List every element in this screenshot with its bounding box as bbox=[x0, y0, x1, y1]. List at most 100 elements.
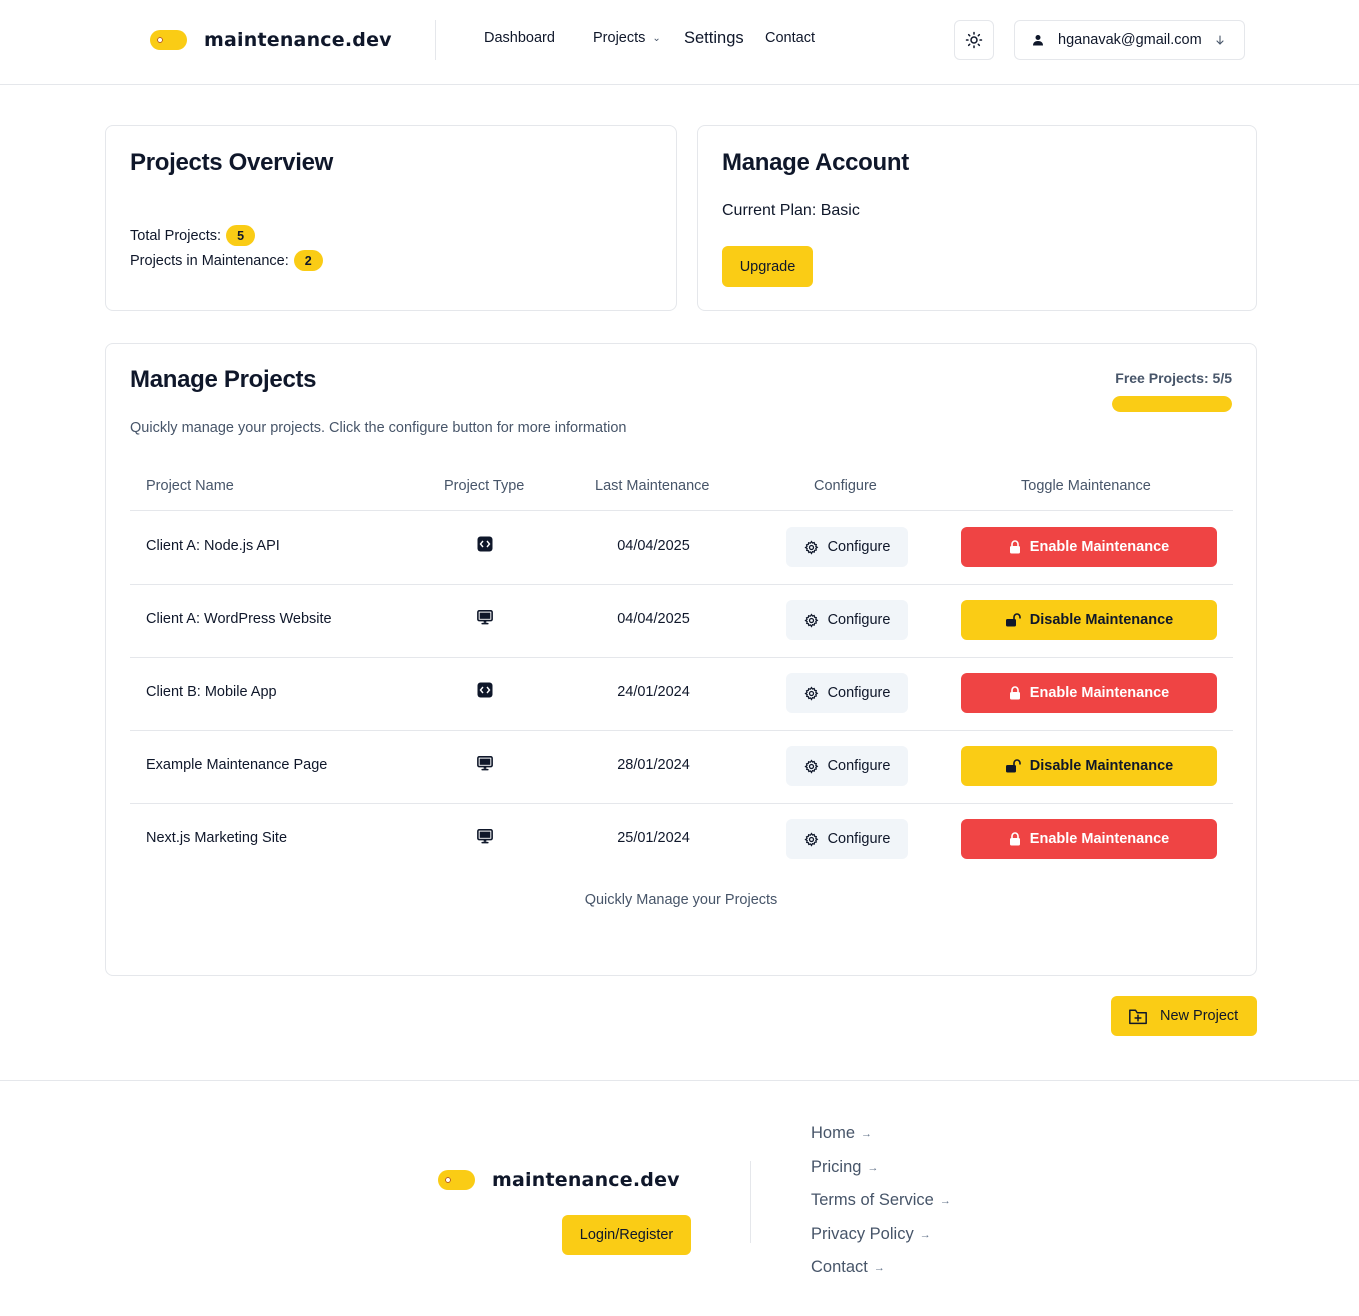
arrow-down-icon bbox=[1214, 34, 1226, 46]
gear-icon bbox=[804, 685, 819, 701]
table-row: Next.js Marketing Site 25/01/2024 Configur… bbox=[130, 803, 1233, 876]
manage-projects-title: Manage Projects bbox=[130, 366, 317, 393]
chevron-down-icon: ⌄ bbox=[652, 32, 661, 44]
account-title: Manage Account bbox=[722, 149, 909, 176]
configure-label: Configure bbox=[827, 539, 891, 555]
enable-maintenance-button[interactable]: Enable Maintenance bbox=[961, 673, 1217, 713]
folder-plus-icon bbox=[1128, 1007, 1148, 1025]
current-plan: Current Plan: Basic bbox=[722, 202, 860, 219]
table-caption: Quickly Manage your Projects bbox=[584, 892, 778, 908]
last-maintenance-date: 04/04/2025 bbox=[617, 538, 690, 554]
project-name: Client A: WordPress Website bbox=[146, 611, 332, 627]
total-projects-stat: Total Projects: 5 bbox=[130, 225, 256, 246]
footer-link-home[interactable]: Home → bbox=[811, 1124, 872, 1143]
monitor-icon bbox=[477, 828, 493, 844]
manage-account-card: Manage Account Current Plan: Basic Upgra… bbox=[697, 125, 1257, 311]
footer-link-label: Contact bbox=[811, 1258, 868, 1276]
footer-brand-name: maintenance.dev bbox=[492, 1169, 680, 1191]
new-project-button[interactable]: New Project bbox=[1111, 996, 1257, 1036]
configure-button[interactable]: Configure bbox=[786, 746, 908, 786]
footer-link-label: Terms of Service bbox=[811, 1191, 934, 1209]
monitor-icon bbox=[477, 609, 493, 625]
arrow-right-icon: → bbox=[867, 1161, 879, 1174]
nav-settings[interactable]: Settings bbox=[684, 29, 744, 48]
upgrade-button[interactable]: Upgrade bbox=[722, 246, 813, 287]
footer-link-privacy[interactable]: Privacy Policy → bbox=[811, 1225, 931, 1244]
table-row: Client B: Mobile App 24/01/2024 Configure E… bbox=[130, 657, 1233, 730]
sun-icon bbox=[965, 31, 983, 49]
project-name: Example Maintenance Page bbox=[146, 757, 328, 773]
maintenance-projects-stat: Projects in Maintenance: 2 bbox=[130, 250, 323, 271]
user-icon bbox=[1032, 34, 1044, 46]
nav-projects[interactable]: Projects ⌄ bbox=[593, 30, 661, 46]
gear-icon bbox=[804, 758, 819, 774]
toggle-maintenance-label: Enable Maintenance bbox=[1029, 831, 1170, 847]
maintenance-projects-badge: 2 bbox=[293, 250, 323, 271]
total-projects-badge: 5 bbox=[226, 225, 256, 246]
new-project-label: New Project bbox=[1160, 1008, 1239, 1024]
login-register-button[interactable]: Login/Register bbox=[562, 1215, 691, 1255]
top-navbar: maintenance.dev Dashboard Projects ⌄ Set… bbox=[0, 0, 1359, 85]
brand-logo[interactable]: maintenance.dev bbox=[150, 29, 392, 51]
table-row: Client A: Node.js API 04/04/2025 Configure… bbox=[130, 511, 1233, 584]
table-row: Example Maintenance Page 28/01/2024 Config… bbox=[130, 730, 1233, 803]
configure-label: Configure bbox=[827, 831, 891, 847]
lock-icon bbox=[1009, 686, 1021, 700]
project-name: Next.js Marketing Site bbox=[146, 830, 288, 846]
monitor-icon bbox=[477, 755, 493, 771]
project-name: Client A: Node.js API bbox=[146, 538, 280, 554]
code-icon bbox=[477, 682, 493, 698]
toggle-logo-icon bbox=[438, 1170, 475, 1190]
total-projects-label: Total Projects: bbox=[130, 227, 222, 244]
project-name: Client B: Mobile App bbox=[146, 684, 277, 700]
toggle-maintenance-label: Disable Maintenance bbox=[1029, 612, 1174, 628]
free-projects-label: Free Projects: 5/5 bbox=[1115, 370, 1232, 386]
footer-link-label: Pricing bbox=[811, 1158, 862, 1176]
configure-label: Configure bbox=[827, 612, 891, 628]
theme-toggle-button[interactable] bbox=[954, 20, 994, 60]
gear-icon bbox=[804, 612, 819, 628]
configure-label: Configure bbox=[827, 758, 891, 774]
manage-projects-subtitle: Quickly manage your projects. Click the … bbox=[130, 420, 627, 436]
enable-maintenance-button[interactable]: Enable Maintenance bbox=[961, 819, 1217, 859]
configure-button[interactable]: Configure bbox=[786, 819, 908, 859]
user-menu-button[interactable]: hganavak@gmail.com bbox=[1014, 20, 1245, 60]
header-divider bbox=[435, 20, 436, 60]
arrow-right-icon: → bbox=[861, 1127, 873, 1140]
toggle-maintenance-label: Disable Maintenance bbox=[1029, 758, 1174, 774]
gear-icon bbox=[804, 831, 819, 847]
table-row: Client A: WordPress Website 04/04/2025 Con… bbox=[130, 584, 1233, 657]
footer-brand-logo[interactable]: maintenance.dev bbox=[438, 1169, 680, 1191]
free-projects-progress bbox=[1112, 396, 1232, 412]
toggle-maintenance-label: Enable Maintenance bbox=[1029, 685, 1170, 701]
nav-dashboard[interactable]: Dashboard bbox=[484, 30, 555, 46]
nav-contact[interactable]: Contact bbox=[765, 30, 815, 46]
column-header-configure: Configure bbox=[814, 478, 877, 494]
column-header-project-name: Project Name bbox=[146, 478, 234, 494]
maintenance-projects-label: Projects in Maintenance: bbox=[130, 252, 289, 269]
footer: maintenance.dev Login/Register Home → Pri… bbox=[0, 1080, 1359, 1316]
configure-button[interactable]: Configure bbox=[786, 527, 908, 567]
disable-maintenance-button[interactable]: Disable Maintenance bbox=[961, 600, 1217, 640]
enable-maintenance-button[interactable]: Enable Maintenance bbox=[961, 527, 1217, 567]
disable-maintenance-button[interactable]: Disable Maintenance bbox=[961, 746, 1217, 786]
footer-link-contact[interactable]: Contact → bbox=[811, 1258, 885, 1277]
unlock-icon bbox=[1005, 613, 1021, 627]
arrow-right-icon: → bbox=[873, 1261, 885, 1274]
footer-divider bbox=[750, 1161, 751, 1243]
code-icon bbox=[477, 536, 493, 552]
last-maintenance-date: 28/01/2024 bbox=[617, 757, 690, 773]
arrow-right-icon: → bbox=[939, 1194, 951, 1207]
overview-title: Projects Overview bbox=[130, 149, 334, 176]
configure-button[interactable]: Configure bbox=[786, 673, 908, 713]
last-maintenance-date: 25/01/2024 bbox=[617, 830, 690, 846]
brand-name: maintenance.dev bbox=[204, 29, 392, 51]
nav-projects-label: Projects bbox=[593, 30, 646, 46]
toggle-logo-icon bbox=[150, 30, 187, 50]
configure-label: Configure bbox=[827, 685, 891, 701]
footer-link-pricing[interactable]: Pricing → bbox=[811, 1158, 878, 1177]
configure-button[interactable]: Configure bbox=[786, 600, 908, 640]
arrow-right-icon: → bbox=[919, 1228, 931, 1241]
column-header-last-maintenance: Last Maintenance bbox=[595, 478, 710, 494]
footer-link-terms[interactable]: Terms of Service → bbox=[811, 1191, 951, 1210]
